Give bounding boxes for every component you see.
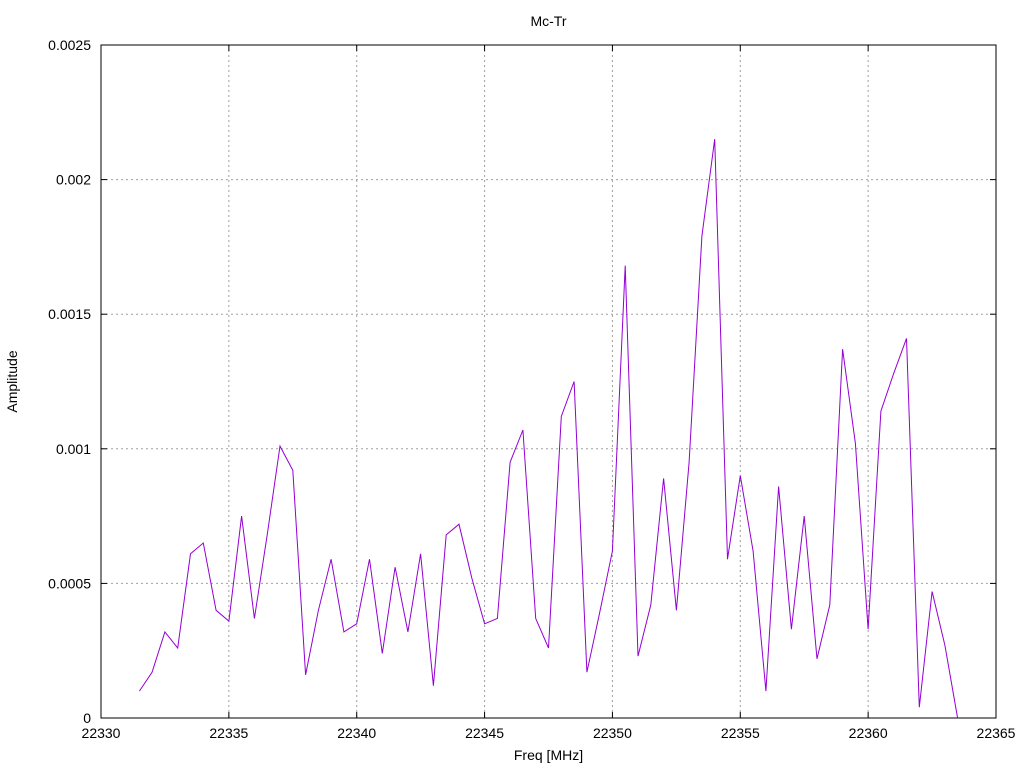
y-tick-label: 0.0015 xyxy=(48,306,91,322)
x-tick-label: 22335 xyxy=(209,725,248,741)
axis-ticks: 22330 22335 22340 22345 22350 22355 22360 22365… xyxy=(48,37,1016,741)
x-tick-label: 22340 xyxy=(337,725,376,741)
series-line xyxy=(138,139,959,719)
x-tick-label: 22365 xyxy=(977,725,1016,741)
y-axis-label: Amplitude xyxy=(4,350,20,412)
grid xyxy=(101,45,996,718)
x-axis-label: Freq [MHz] xyxy=(514,747,583,763)
x-tick-label: 22350 xyxy=(593,725,632,741)
y-tick-label: 0.0025 xyxy=(48,37,91,53)
chart-title: Mc-Tr xyxy=(530,13,566,29)
x-tick-label: 22355 xyxy=(721,725,760,741)
plot-frame xyxy=(100,44,997,719)
chart: 22330 22335 22340 22345 22350 22355 22360 22365… xyxy=(4,13,1016,763)
y-tick-label: 0.0005 xyxy=(48,575,91,591)
x-tick-label: 22360 xyxy=(849,725,888,741)
x-tick-label: 22330 xyxy=(82,725,121,741)
x-tick-label: 22345 xyxy=(465,725,504,741)
y-tick-label: 0 xyxy=(83,710,91,726)
y-tick-label: 0.002 xyxy=(56,172,91,188)
y-tick-label: 0.001 xyxy=(56,441,91,457)
